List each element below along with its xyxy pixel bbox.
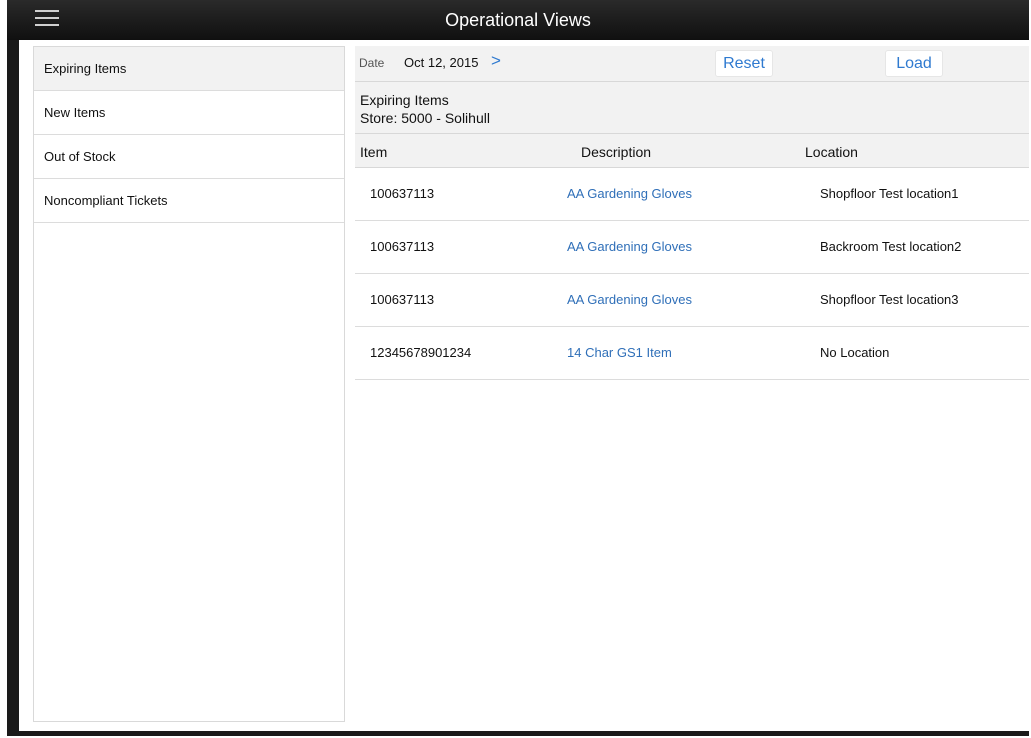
item-description-link[interactable]: AA Gardening Gloves <box>567 292 692 307</box>
item-number: 100637113 <box>370 186 435 201</box>
item-number: 12345678901234 <box>370 345 472 360</box>
sidebar-item-new-items[interactable]: New Items <box>34 91 344 135</box>
column-header-location: Location <box>805 144 858 160</box>
section-title: Expiring Items <box>360 92 449 108</box>
table-row[interactable]: 100637113 AA Gardening Gloves Shopfloor … <box>355 274 1029 327</box>
chevron-right-icon[interactable]: > <box>491 51 501 71</box>
date-toolbar: Date Oct 12, 2015 > Reset Load <box>355 46 1029 82</box>
content-area: Expiring Items New Items Out of Stock No… <box>19 40 1029 731</box>
table-row[interactable]: 12345678901234 14 Char GS1 Item No Locat… <box>355 327 1029 380</box>
column-header-description: Description <box>581 144 652 160</box>
load-button[interactable]: Load <box>885 50 943 77</box>
column-header-item: Item <box>360 144 388 160</box>
sidebar-item-label: Expiring Items <box>44 61 127 76</box>
table-header: Item Description Location <box>355 134 1029 168</box>
item-number: 100637113 <box>370 292 435 307</box>
item-location: Backroom Test location2 <box>820 239 962 254</box>
store-label: Store: 5000 - Solihull <box>360 110 490 126</box>
item-location: No Location <box>820 345 890 360</box>
main-panel: Date Oct 12, 2015 > Reset Load Expiring … <box>355 46 1029 731</box>
item-location: Shopfloor Test location1 <box>820 186 959 201</box>
item-description-link[interactable]: AA Gardening Gloves <box>567 239 692 254</box>
sidebar-item-noncompliant-tickets[interactable]: Noncompliant Tickets <box>34 179 344 223</box>
item-description-link[interactable]: AA Gardening Gloves <box>567 186 692 201</box>
sidebar-item-out-of-stock[interactable]: Out of Stock <box>34 135 344 179</box>
sidebar-item-expiring-items[interactable]: Expiring Items <box>34 47 344 91</box>
reset-button[interactable]: Reset <box>715 50 773 77</box>
table-row[interactable]: 100637113 AA Gardening Gloves Shopfloor … <box>355 168 1029 221</box>
date-label: Date <box>359 56 385 70</box>
sidebar: Expiring Items New Items Out of Stock No… <box>33 46 345 722</box>
app-frame: Operational Views Expiring Items New Ite… <box>7 0 1029 736</box>
table-body: 100637113 AA Gardening Gloves Shopfloor … <box>355 168 1029 380</box>
sidebar-item-label: Out of Stock <box>44 149 116 164</box>
item-number: 100637113 <box>370 239 435 254</box>
item-location: Shopfloor Test location3 <box>820 292 959 307</box>
date-value[interactable]: Oct 12, 2015 <box>404 55 478 70</box>
title-bar: Operational Views <box>7 0 1029 40</box>
item-description-link[interactable]: 14 Char GS1 Item <box>567 345 672 360</box>
page-title: Operational Views <box>445 10 591 30</box>
section-header: Expiring Items Store: 5000 - Solihull <box>355 82 1029 134</box>
table-row[interactable]: 100637113 AA Gardening Gloves Backroom T… <box>355 221 1029 274</box>
sidebar-item-label: New Items <box>44 105 106 120</box>
sidebar-item-label: Noncompliant Tickets <box>44 193 168 208</box>
